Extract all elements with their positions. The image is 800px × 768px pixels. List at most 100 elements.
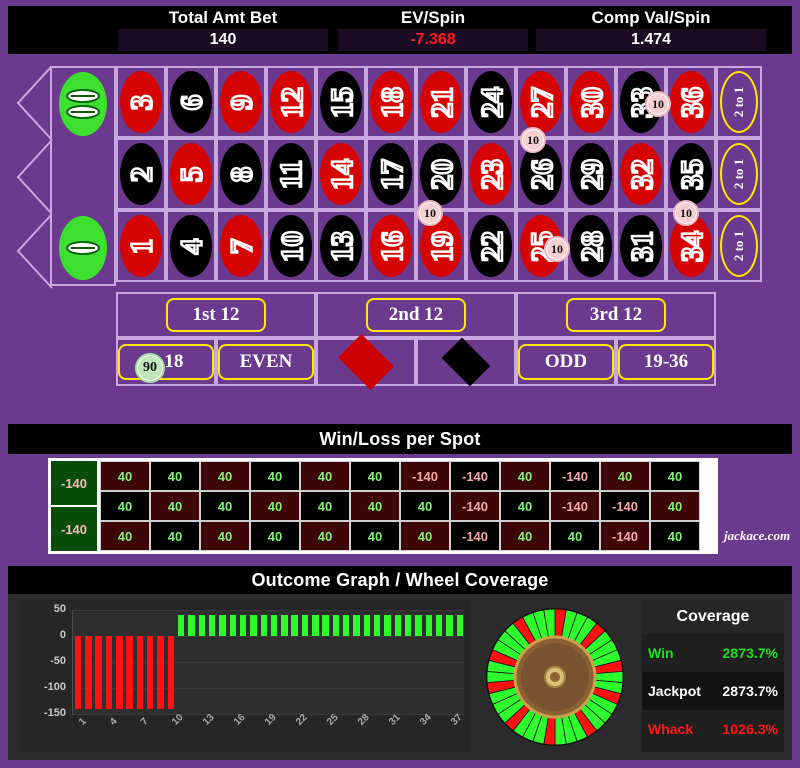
winloss-cell: 40 [200, 491, 250, 521]
bet-cell-16[interactable]: 16 [366, 210, 416, 282]
bet-cell-3[interactable]: 3 [116, 66, 166, 138]
number-oval: 6 [170, 71, 212, 133]
chart-bar [353, 615, 360, 636]
bet-cell-15[interactable]: 15 [316, 66, 366, 138]
win-loss-grid-container: -140 -140 40 40 40 40 40 40 -140 -140 40 -140 40 40 40… [48, 458, 718, 554]
bet-cell-24[interactable]: 24 [466, 66, 516, 138]
bet-cell-21[interactable]: 21 [416, 66, 466, 138]
bet-cell-27[interactable]: 27 [516, 66, 566, 138]
bet-cell-29[interactable]: 29 [566, 138, 616, 210]
chart-bar [270, 615, 278, 636]
chart-plot-area [72, 610, 464, 715]
number-oval: 3 [120, 71, 162, 133]
bet-cell-35[interactable]: 35 [666, 138, 716, 210]
number-label: 1 [122, 237, 160, 255]
bet-chip-10[interactable]: 10 [520, 127, 546, 153]
winloss-cell: 40 [300, 491, 350, 521]
bet-chip-10[interactable]: 10 [673, 200, 699, 226]
bet-cell-1[interactable]: 1 [116, 210, 166, 282]
winloss-cell: 40 [350, 491, 400, 521]
number-label: 15 [322, 85, 360, 119]
bet-cell-31[interactable]: 31 [616, 210, 666, 282]
bet-chip-90[interactable]: 90 [135, 353, 165, 383]
bet-cell-6[interactable]: 6 [166, 66, 216, 138]
number-label: 8 [222, 165, 260, 183]
column-bet-oval: 2 to 1 [720, 71, 758, 133]
number-label: 2 [122, 165, 160, 183]
bet-cell-2[interactable]: 2 [116, 138, 166, 210]
bet-chip-10[interactable]: 10 [417, 200, 443, 226]
bet-cell-28[interactable]: 28 [566, 210, 616, 282]
coverage-label: Whack [648, 721, 694, 737]
bet-cell-12[interactable]: 12 [266, 66, 316, 138]
number-oval: 17 [370, 143, 412, 205]
bet-cell-22[interactable]: 22 [466, 210, 516, 282]
number-label: 31 [622, 229, 660, 263]
number-label: 29 [572, 157, 610, 191]
number-label: 13 [322, 229, 360, 263]
outside-bet-label: EVEN [218, 344, 314, 380]
chart-bar [343, 615, 350, 636]
column-bet-2to1-3[interactable]: 2 to 1 [716, 210, 762, 282]
bet-cell-30[interactable]: 30 [566, 66, 616, 138]
dozen-bet-1[interactable]: 1st 12 [116, 292, 316, 338]
dozen-bet-2[interactable]: 2nd 12 [316, 292, 516, 338]
number-label: 26 [522, 157, 560, 191]
bet-cell-5[interactable]: 5 [166, 138, 216, 210]
bet-cell-14[interactable]: 14 [316, 138, 366, 210]
chart-bar [239, 615, 247, 636]
chart-bar [291, 615, 298, 636]
bet-chip-10[interactable]: 10 [645, 91, 671, 117]
winloss-cell: 40 [150, 521, 200, 551]
bet-cell-32[interactable]: 32 [616, 138, 666, 210]
bet-cell-11[interactable]: 11 [266, 138, 316, 210]
bet-cell-18[interactable]: 18 [366, 66, 416, 138]
chart-bar [363, 615, 371, 636]
bet-cell-13[interactable]: 13 [316, 210, 366, 282]
number-oval: 27 [520, 71, 562, 133]
dozen-bet-3[interactable]: 3rd 12 [516, 292, 716, 338]
bet-cell-10[interactable]: 10 [266, 210, 316, 282]
winloss-cell: -140 [600, 491, 650, 521]
outside-bet-19-36[interactable]: 19-36 [616, 338, 716, 386]
bet-cell-4[interactable]: 4 [166, 210, 216, 282]
number-label: 10 [272, 229, 310, 263]
outside-bet-even[interactable]: EVEN [216, 338, 316, 386]
bet-cell-20[interactable]: 20 [416, 138, 466, 210]
bet-cell-17[interactable]: 17 [366, 138, 416, 210]
outside-bet-1-18[interactable]: 1-18 [116, 338, 216, 386]
outside-bet-black[interactable] [416, 337, 516, 387]
bet-cell-9[interactable]: 9 [216, 66, 266, 138]
bet-cell-23[interactable]: 23 [466, 138, 516, 210]
bet-cell-00[interactable] [50, 66, 116, 140]
winloss-cell: 40 [250, 521, 300, 551]
zero-oval-00 [59, 72, 107, 136]
bet-cell-0[interactable] [50, 212, 116, 286]
winloss-cell: 40 [350, 521, 400, 551]
number-label: 14 [322, 157, 360, 191]
chart-bar [446, 615, 453, 636]
chart-bar [95, 636, 102, 709]
bet-cell-8[interactable]: 8 [216, 138, 266, 210]
stat-value: 140 [118, 29, 328, 51]
bet-chip-10[interactable]: 10 [544, 236, 570, 262]
outcome-graph-panel: Outcome Graph / Wheel Coverage 1 4 7 10 13 16… [8, 566, 792, 762]
column-bet-2to1-1[interactable]: 2 to 1 [716, 66, 762, 138]
bet-cell-7[interactable]: 7 [216, 210, 266, 282]
coverage-row-win: Win 28 73.7% [642, 634, 784, 672]
number-oval: 26 [520, 143, 562, 205]
number-label: 18 [372, 85, 410, 119]
number-oval: 31 [620, 215, 662, 277]
winloss-cell: 40 [100, 491, 150, 521]
number-oval: 10 [270, 215, 312, 277]
column-bet-2to1-2[interactable]: 2 to 1 [716, 138, 762, 210]
number-label: 36 [672, 85, 710, 119]
bet-cell-36[interactable]: 36 [666, 66, 716, 138]
number-oval: 8 [220, 143, 262, 205]
number-oval: 21 [420, 71, 462, 133]
outside-bet-red[interactable] [316, 334, 416, 390]
winloss-cell: 40 [400, 521, 450, 551]
chart-bar [147, 636, 154, 709]
outside-bet-odd[interactable]: ODD [516, 338, 616, 386]
number-label: 28 [572, 229, 610, 263]
